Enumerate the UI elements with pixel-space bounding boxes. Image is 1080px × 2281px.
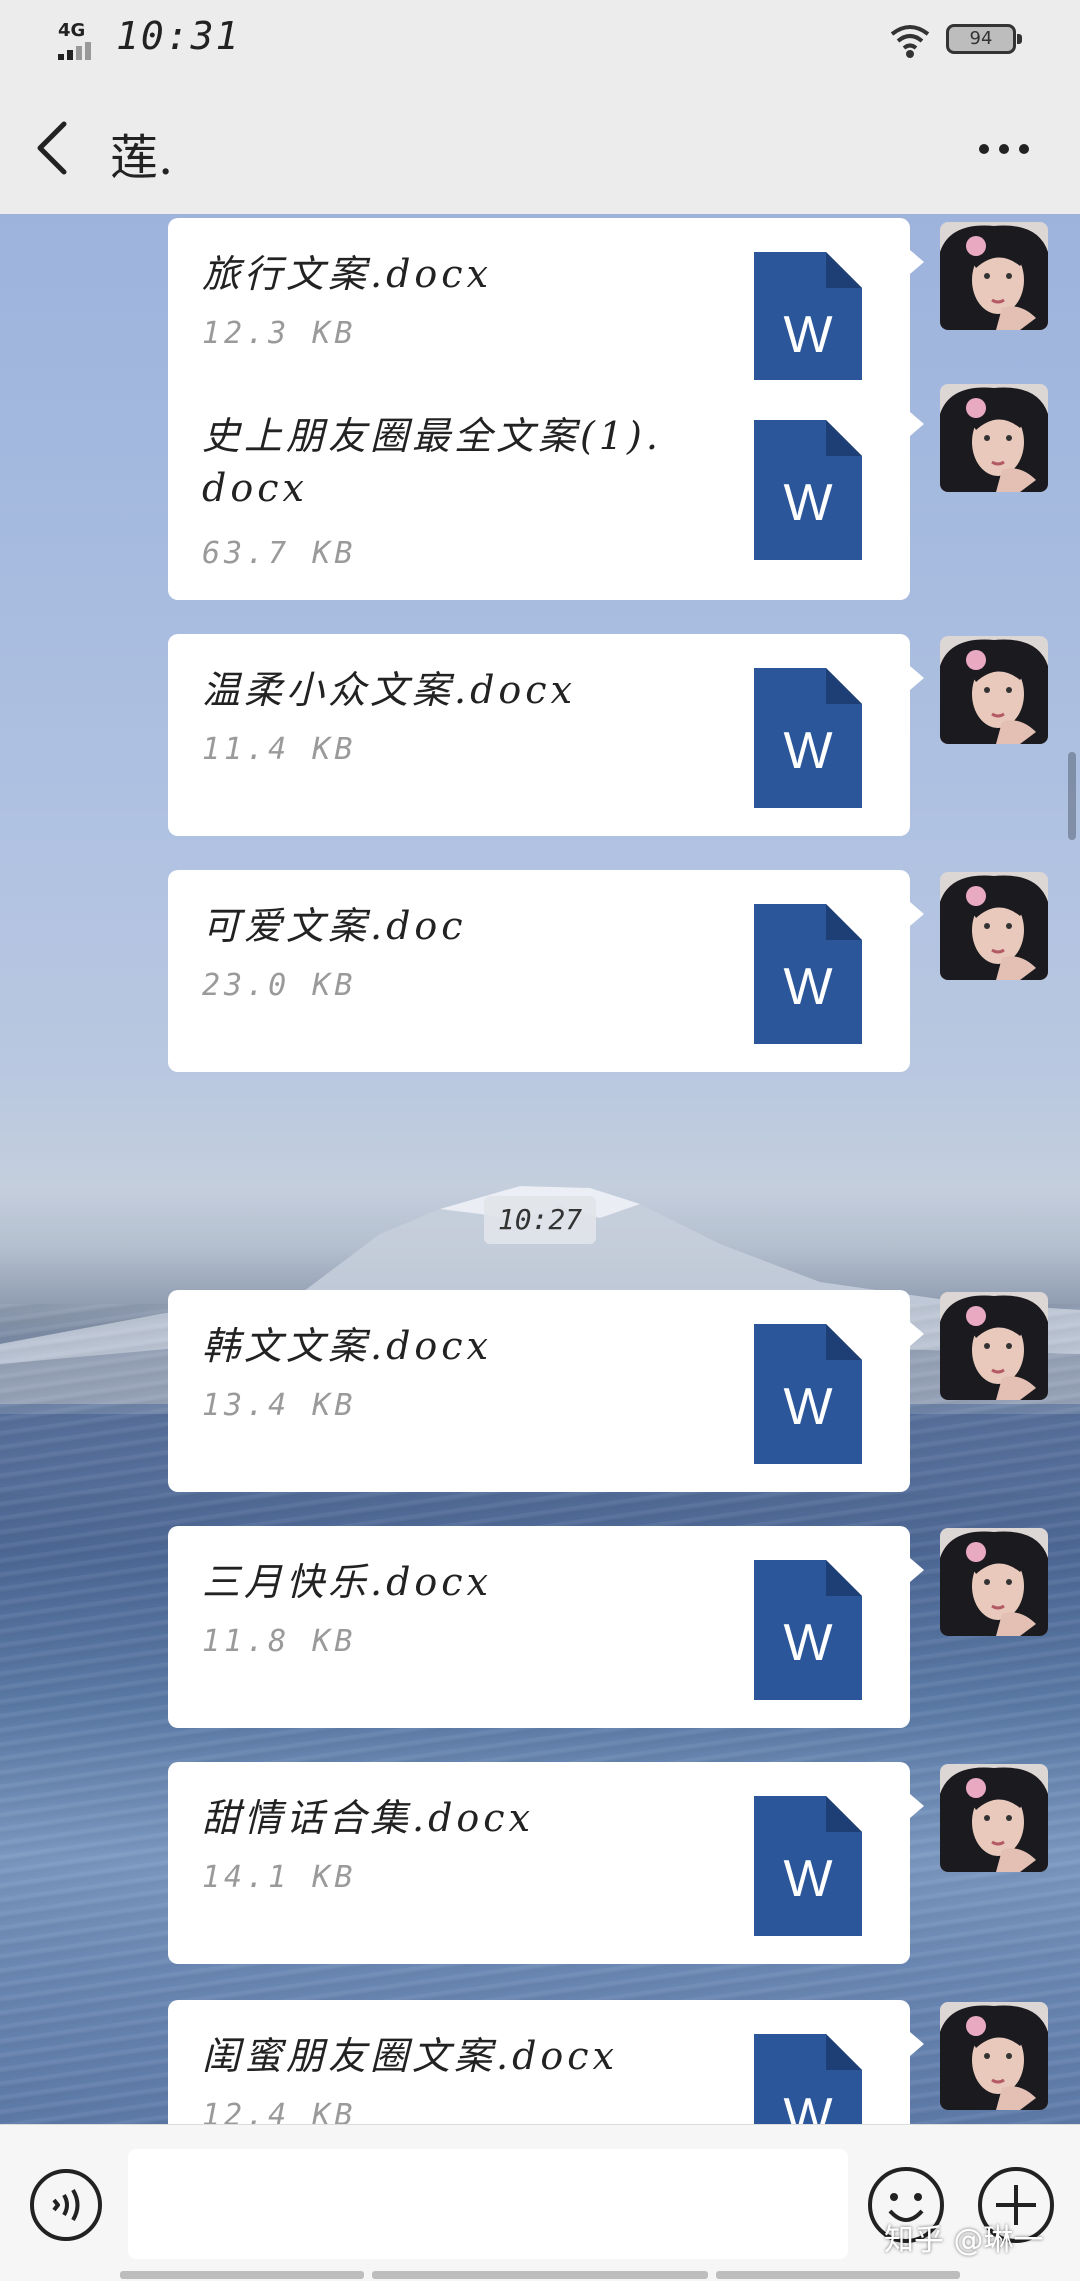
file-name: 韩文文案.docx [202,1324,492,1368]
word-file-icon: W [754,904,862,1044]
chat-header: 莲. [0,80,1080,214]
avatar[interactable] [940,2002,1048,2110]
file-message[interactable]: 韩文文案.docx 13.4 KB W [168,1290,924,1492]
clock: 10:31 [116,14,241,58]
svg-text:W: W [783,306,832,364]
svg-text:W: W [783,1614,832,1672]
chat-title: 莲. [110,130,174,186]
file-message[interactable]: 可爱文案.doc 23.0 KB W [168,870,924,1072]
svg-text:W: W [783,958,832,1016]
file-name: 史上朋友圈最全文案(1).docx [202,414,662,510]
chat-message-list[interactable]: 旅行文案.docx 12.3 KB W 史上朋友圈最全文案(1).docx 63… [0,214,1080,2124]
voice-icon[interactable] [28,2167,104,2243]
file-message[interactable]: 闺蜜朋友圈文案.docx 12.4 KB W [168,2000,924,2124]
gesture-indicator [716,2271,960,2279]
avatar[interactable] [940,384,1048,492]
gesture-indicator [372,2271,708,2279]
back-icon[interactable] [30,118,74,178]
file-name: 温柔小众文案.docx [202,668,576,712]
word-file-icon: W [754,1324,862,1464]
file-name: 三月快乐.docx [202,1560,492,1604]
watermark: 知乎 @琳一 [884,2223,1044,2258]
file-size: 11.8 KB [202,1624,357,1659]
file-message[interactable]: 三月快乐.docx 11.8 KB W [168,1526,924,1728]
svg-text:W: W [783,1850,832,1908]
word-file-icon: W [754,2034,862,2124]
word-file-icon: W [754,1560,862,1700]
file-size: 23.0 KB [202,968,357,1003]
file-message[interactable]: 温柔小众文案.docx 11.4 KB W [168,634,924,836]
word-file-icon: W [754,420,862,560]
word-file-icon: W [754,668,862,808]
word-file-icon: W [754,252,862,392]
word-file-icon: W [754,1796,862,1936]
file-size: 11.4 KB [202,732,357,767]
avatar[interactable] [940,222,1048,330]
chat-timestamp: 10:27 [484,1196,596,1244]
avatar[interactable] [940,1764,1048,1872]
file-name: 甜情话合集.docx [202,1796,534,1840]
gesture-indicator [120,2271,364,2279]
file-message[interactable]: 甜情话合集.docx 14.1 KB W [168,1762,924,1964]
file-name: 闺蜜朋友圈文案.docx [202,2034,618,2078]
battery-icon: 94 [946,24,1022,54]
svg-text:W: W [783,2088,832,2124]
file-size: 14.1 KB [202,1860,357,1895]
file-message[interactable]: 史上朋友圈最全文案(1).docx 63.7 KB W [168,380,924,600]
file-size: 12.3 KB [202,316,357,351]
wifi-icon [890,25,930,58]
svg-text:W: W [783,1378,832,1436]
file-name: 旅行文案.docx [202,252,492,296]
scrollbar[interactable] [1068,752,1076,840]
file-size: 13.4 KB [202,1388,357,1423]
more-icon[interactable] [976,134,1032,164]
message-input[interactable] [128,2149,848,2259]
signal-icon [58,42,91,60]
avatar[interactable] [940,1292,1048,1400]
network-type: 4G [58,20,86,41]
status-bar: 4G 10:31 94 [0,0,1080,80]
svg-text:W: W [783,722,832,780]
avatar[interactable] [940,1528,1048,1636]
file-size: 12.4 KB [202,2098,357,2124]
svg-text:W: W [783,474,832,532]
file-name: 可爱文案.doc [202,904,467,948]
input-bar: 知乎 @琳一 [0,2124,1080,2281]
file-size: 63.7 KB [202,536,357,571]
avatar[interactable] [940,872,1048,980]
avatar[interactable] [940,636,1048,744]
